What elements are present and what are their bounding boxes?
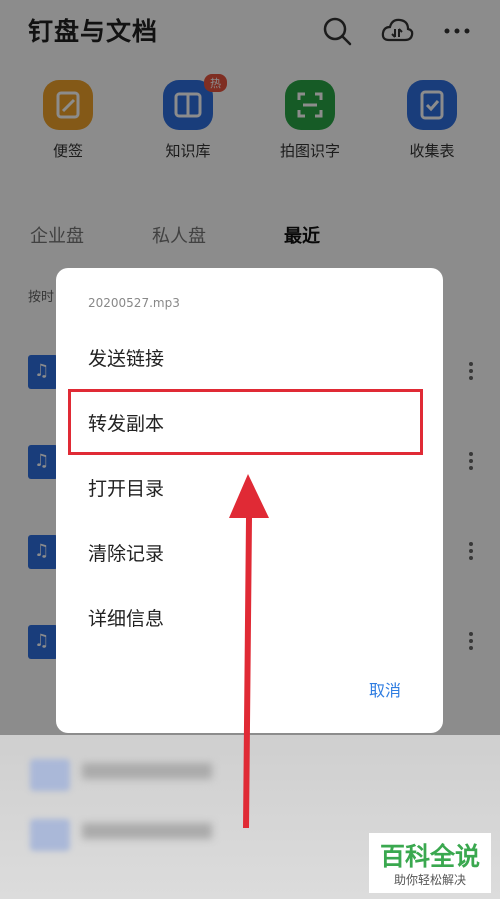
annotation-arrow bbox=[229, 474, 269, 828]
watermark-slogan: 助你轻松解决 bbox=[393, 873, 466, 887]
watermark: 百科全说 助你轻松解决 bbox=[369, 833, 491, 893]
watermark-brand: 百科全说 bbox=[379, 842, 480, 871]
